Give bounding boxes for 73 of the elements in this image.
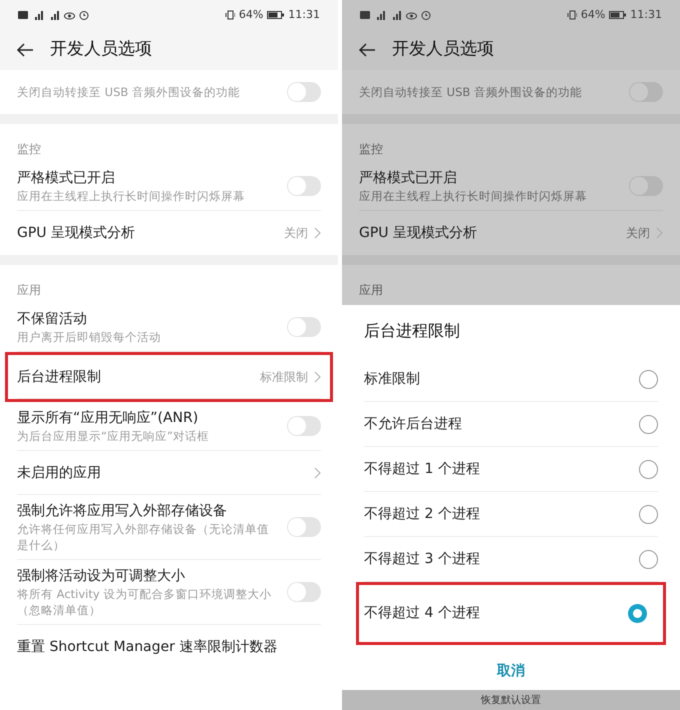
clock-time: 11:31 bbox=[288, 6, 320, 23]
radio-button[interactable] bbox=[639, 550, 658, 568]
row-title: 强制将活动设为可调整大小 bbox=[17, 567, 186, 586]
eye-icon bbox=[406, 10, 417, 20]
row-title: GPU 呈现模式分析 bbox=[17, 224, 135, 243]
row-value: 关闭 bbox=[626, 225, 650, 242]
battery-icon bbox=[267, 11, 284, 19]
section-header: 监控 bbox=[17, 142, 41, 156]
toggle-switch[interactable] bbox=[287, 317, 321, 337]
row-title: 未启用的应用 bbox=[17, 464, 101, 482]
alarm-icon bbox=[79, 10, 89, 20]
option-label: 标准限制 bbox=[364, 370, 420, 388]
battery-percent: 64% bbox=[580, 6, 606, 23]
highlight-frame[interactable]: 不得超过 4 个进程 bbox=[356, 582, 666, 645]
section-header: 监控 bbox=[359, 142, 383, 156]
row-subtitle: 为后台应用显示“应用无响应”对话框 bbox=[17, 428, 209, 444]
row-title: 强制允许将应用写入外部存储设备 bbox=[17, 502, 228, 521]
vibrate-icon bbox=[566, 10, 577, 20]
highlight-frame[interactable]: 后台进程限制 标准限制 bbox=[5, 352, 333, 402]
option-label: 不允许后台进程 bbox=[364, 414, 462, 434]
section-header: 应用 bbox=[359, 283, 383, 297]
row-value: 标准限制 bbox=[260, 368, 308, 386]
dialog-title: 后台进程限制 bbox=[364, 321, 460, 340]
option-label: 不得超过 4 个进程 bbox=[364, 604, 480, 623]
toggle-switch[interactable] bbox=[287, 82, 321, 102]
row-subtitle: 关闭自动转接至 USB 音频外围设备的功能 bbox=[359, 84, 582, 100]
chevron-right-icon bbox=[314, 466, 321, 478]
radio-button[interactable] bbox=[628, 604, 647, 623]
clock-time: 11:31 bbox=[630, 6, 662, 23]
row-title: 重置 Shortcut Manager 速率限制计数器 bbox=[17, 638, 278, 657]
row-title: 不保留活动 bbox=[17, 310, 88, 329]
row-subtitle: 允许将任何应用写入外部存储设备（无论清单值是什么） bbox=[17, 521, 270, 553]
alarm-icon bbox=[421, 10, 431, 20]
signal-icon bbox=[48, 10, 60, 20]
radio-button[interactable] bbox=[639, 414, 658, 434]
row-title: GPU 呈现模式分析 bbox=[359, 224, 477, 243]
page-title: 开发人员选项 bbox=[392, 38, 494, 62]
back-arrow-icon[interactable] bbox=[358, 43, 376, 57]
bottom-bar[interactable]: 恢复默认设置 bbox=[342, 690, 680, 710]
back-arrow-icon[interactable] bbox=[16, 43, 34, 57]
option-label: 不得超过 1 个进程 bbox=[364, 460, 480, 478]
row-title: 后台进程限制 bbox=[17, 368, 101, 386]
row-subtitle: 应用在主线程上执行长时间操作时闪烁屏幕 bbox=[17, 188, 245, 204]
row-title: 严格模式已开启 bbox=[359, 169, 458, 188]
row-title: 显示所有“应用无响应”(ANR) bbox=[17, 409, 200, 428]
vibrate-icon bbox=[224, 10, 235, 20]
toggle-switch[interactable] bbox=[287, 582, 321, 602]
row-title: 严格模式已开启 bbox=[17, 169, 116, 188]
option-label: 不得超过 3 个进程 bbox=[364, 550, 480, 568]
row-subtitle: 关闭自动转接至 USB 音频外围设备的功能 bbox=[17, 84, 240, 100]
row-subtitle: 用户离开后即销毁每个活动 bbox=[17, 329, 161, 345]
chevron-right-icon bbox=[314, 370, 321, 382]
radio-button[interactable] bbox=[639, 370, 658, 388]
row-value: 关闭 bbox=[284, 225, 308, 242]
battery-percent: 64% bbox=[238, 6, 264, 23]
radio-button[interactable] bbox=[639, 460, 658, 478]
page-title: 开发人员选项 bbox=[50, 38, 152, 62]
signal-icon bbox=[374, 10, 386, 20]
toggle-switch[interactable] bbox=[287, 176, 321, 196]
battery-icon bbox=[609, 11, 626, 19]
toggle-switch[interactable] bbox=[287, 416, 321, 436]
toggle-switch[interactable] bbox=[287, 517, 321, 537]
eye-icon bbox=[64, 10, 75, 20]
signal-icon bbox=[390, 10, 402, 20]
chevron-right-icon bbox=[314, 227, 321, 239]
option-label: 不得超过 2 个进程 bbox=[364, 504, 480, 524]
row-subtitle: 应用在主线程上执行长时间操作时闪烁屏幕 bbox=[359, 188, 587, 204]
row-subtitle: 将所有 Activity 设为可配合多窗口环境调整大小（忽略清单值） bbox=[17, 586, 272, 618]
radio-button[interactable] bbox=[639, 504, 658, 524]
section-header: 应用 bbox=[17, 283, 41, 297]
signal-icon bbox=[32, 10, 44, 20]
chevron-right-icon bbox=[656, 227, 663, 239]
cancel-button[interactable]: 取消 bbox=[485, 657, 537, 686]
